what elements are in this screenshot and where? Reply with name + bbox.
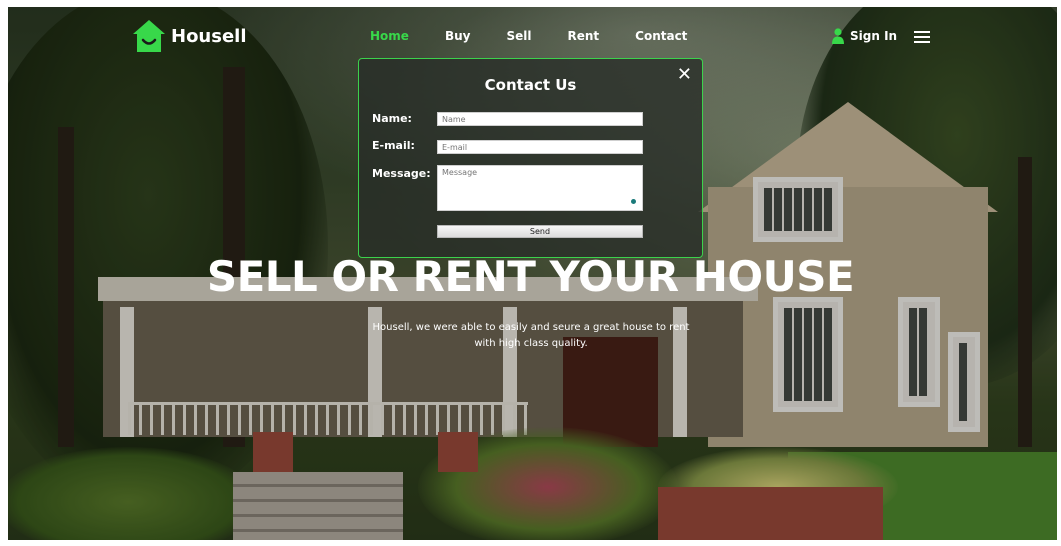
name-label: Name: <box>372 112 412 125</box>
contact-modal: Contact Us ✕ Name: E-mail: Message: Send <box>358 58 703 258</box>
brand-logo[interactable]: Housell <box>131 18 247 54</box>
hero-title: SELL OR RENT YOUR HOUSE <box>206 252 855 301</box>
signin-button[interactable]: Sign In <box>832 28 897 44</box>
resize-handle-icon[interactable] <box>631 199 636 204</box>
user-icon <box>832 28 844 44</box>
email-field[interactable] <box>437 140 643 154</box>
signin-label: Sign In <box>850 29 898 43</box>
nav-item-sell[interactable]: Sell <box>506 29 531 43</box>
name-field[interactable] <box>437 112 643 126</box>
modal-title: Contact Us <box>484 76 577 94</box>
hero-subtitle-line2: with high class quality. <box>474 338 588 349</box>
nav-item-rent[interactable]: Rent <box>567 29 599 43</box>
hero-subtitle-line1: Housell, we were able to easily and seur… <box>372 322 690 333</box>
hero-subtitle: Housell, we were able to easily and seur… <box>360 320 702 352</box>
close-icon[interactable]: ✕ <box>677 66 692 84</box>
brand-name: Housell <box>171 25 247 47</box>
message-field[interactable] <box>437 165 643 211</box>
nav-item-contact[interactable]: Contact <box>635 29 687 43</box>
main-nav: Home Buy Sell Rent Contact <box>370 29 723 43</box>
nav-item-buy[interactable]: Buy <box>445 29 471 43</box>
nav-item-home[interactable]: Home <box>370 29 409 43</box>
email-label: E-mail: <box>372 139 415 152</box>
send-button[interactable]: Send <box>437 225 643 238</box>
hamburger-menu-icon[interactable] <box>914 31 930 43</box>
message-label: Message: <box>372 167 431 180</box>
house-logo-icon <box>133 20 165 52</box>
